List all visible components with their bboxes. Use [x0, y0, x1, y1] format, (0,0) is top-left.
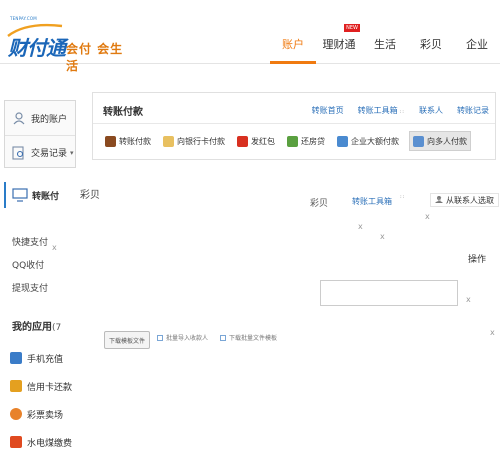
select-from-contacts-label: 从联系人选取: [446, 195, 494, 205]
close-icon[interactable]: x: [490, 328, 495, 337]
tool-transfer-pay[interactable]: 转账付款: [103, 131, 153, 151]
close-icon[interactable]: x: [380, 232, 385, 241]
new-badge: NEW: [344, 24, 360, 32]
recipient-input[interactable]: [320, 280, 458, 306]
top-header: TENPAY.COM 财付通 会付 会生活 账户 理财通 NEW 生活 彩贝 企业: [0, 0, 500, 73]
nav-life[interactable]: 生活: [362, 28, 408, 64]
transfer-top-links: 转账首页 转账工具箱:: 联系人 转账记录: [298, 105, 489, 116]
nav-licaitong-label: 理财通: [322, 38, 356, 51]
tenpay-logo[interactable]: TENPAY.COM 财付通 会付 会生活: [4, 8, 134, 73]
house-icon: [287, 135, 298, 147]
tool-label: 向多人付款: [427, 136, 467, 146]
my-apps-heading: 我的应用(7: [12, 318, 61, 333]
close-icon[interactable]: x: [466, 295, 471, 304]
nav-life-label: 生活: [374, 38, 396, 51]
pay-link-quick[interactable]: 快捷支付: [12, 232, 48, 255]
nav-enterprise-label: 企业: [466, 38, 488, 51]
sidebar-item-label: 我的账户: [31, 114, 68, 125]
sidebar-item-label: 转账付: [32, 191, 60, 202]
nav-licaitong[interactable]: 理财通 NEW: [316, 24, 362, 64]
link-contacts[interactable]: 联系人: [419, 105, 443, 116]
nav-account-label: 账户: [282, 38, 304, 51]
app-label: 信用卡还款: [27, 382, 73, 393]
tool-label: 发红包: [251, 136, 275, 146]
credit-card-icon: [10, 380, 22, 392]
pay-links: 快捷支付 QQ收付 提现支付: [12, 232, 48, 301]
sidebar-item-transfer[interactable]: 转账付: [4, 182, 76, 208]
transfer-tools: 转账付款 向银行卡付款 发红包 还房贷 企业大额付款 向多人付款: [103, 131, 471, 151]
nav-enterprise[interactable]: 企业: [454, 28, 500, 64]
toolbox-link-2[interactable]: 转账工具箱: [352, 196, 392, 207]
tool-label: 向银行卡付款: [177, 136, 225, 146]
nav-account[interactable]: 账户: [270, 28, 316, 64]
toolbox-label: 转账工具箱: [357, 106, 398, 115]
download-template-label: 下载模板文件: [109, 337, 146, 345]
wallet-icon: [105, 135, 116, 147]
bank-card-icon: [163, 135, 174, 147]
page-title: 转账付款: [103, 107, 143, 118]
tool-enterprise-pay[interactable]: 企业大额付款: [335, 131, 401, 151]
download-batch-label: 下载批量文件模板: [229, 335, 278, 342]
my-apps-title: 我的应用: [12, 322, 52, 333]
sidebar-item-my-account[interactable]: 我的账户: [5, 101, 75, 135]
chevron-down-icon: ▾: [70, 148, 74, 157]
logo-domain: TENPAY.COM: [10, 16, 37, 21]
user-icon: [11, 110, 27, 126]
tool-label: 企业大额付款: [351, 136, 399, 146]
logo-text: 财付通: [8, 36, 66, 60]
tool-bank-card-pay[interactable]: 向银行卡付款: [161, 131, 227, 151]
app-list: 手机充值 信用卡还款 彩票卖场 水电煤缴费: [10, 344, 72, 450]
multi-user-icon: [413, 135, 424, 147]
download-batch-link[interactable]: 下载批量文件模板: [220, 333, 277, 342]
sidebar-item-label: 交易记录: [31, 149, 68, 159]
tool-mortgage[interactable]: 还房贷: [285, 131, 327, 151]
app-label: 水电煤缴费: [27, 438, 73, 449]
panel-divider: [93, 123, 495, 124]
tool-multi-pay[interactable]: 向多人付款: [409, 131, 471, 151]
close-icon[interactable]: x: [425, 212, 430, 221]
close-icon[interactable]: x: [52, 243, 57, 252]
link-transfer-records[interactable]: 转账记录: [457, 105, 489, 116]
app-item-lottery[interactable]: 彩票卖场: [10, 400, 72, 428]
grid-dots-icon: ::: [400, 194, 406, 200]
tool-label: 还房贷: [301, 136, 325, 146]
app-label: 彩票卖场: [27, 410, 64, 421]
app-item-credit-card[interactable]: 信用卡还款: [10, 372, 72, 400]
link-transfer-home[interactable]: 转账首页: [312, 105, 344, 116]
batch-import-link[interactable]: 批量导入收款人: [157, 333, 208, 342]
nav-caibei[interactable]: 彩贝: [408, 28, 454, 64]
flame-icon: [10, 436, 22, 448]
account-side-menu: 我的账户 交易记录 ▾: [4, 100, 76, 168]
grid-dots-icon: ::: [399, 109, 405, 115]
transfer-panel: 转账付款 转账首页 转账工具箱:: 联系人 转账记录 转账付款 向银行卡付款 发…: [92, 92, 496, 160]
caibei-tab-label[interactable]: 彩贝: [80, 186, 100, 201]
pay-link-withdraw[interactable]: 提现支付: [12, 278, 48, 301]
caibei-label: 彩贝: [310, 199, 329, 209]
lottery-icon: [10, 408, 22, 420]
close-icon[interactable]: x: [358, 222, 363, 231]
my-apps-count: (7: [52, 323, 62, 333]
link-transfer-toolbox[interactable]: 转账工具箱::: [358, 105, 405, 116]
nav-caibei-label: 彩贝: [420, 38, 442, 51]
batch-import-label: 批量导入收款人: [166, 335, 209, 342]
tool-label: 转账付款: [119, 136, 151, 146]
monitor-icon: [12, 188, 28, 202]
phone-icon: [10, 352, 22, 364]
transaction-search-icon: [11, 145, 27, 161]
close-icon[interactable]: x: [437, 195, 442, 204]
enterprise-icon: [337, 135, 348, 147]
app-label: 手机充值: [27, 354, 64, 365]
app-item-utilities[interactable]: 水电煤缴费: [10, 428, 72, 450]
operation-header: 操作: [468, 255, 487, 265]
red-envelope-icon: [237, 135, 248, 147]
app-item-mobile-recharge[interactable]: 手机充值: [10, 344, 72, 372]
sidebar-item-transactions[interactable]: 交易记录 ▾: [5, 135, 75, 169]
main-nav: 账户 理财通 NEW 生活 彩贝 企业: [270, 24, 500, 64]
tool-red-envelope[interactable]: 发红包: [235, 131, 277, 151]
pay-link-qq[interactable]: QQ收付: [12, 255, 48, 278]
document-icon: [220, 334, 226, 341]
download-template-button[interactable]: 下载模板文件: [104, 331, 151, 349]
document-icon: [157, 334, 163, 341]
logo-slogan: 会付 会生活: [66, 42, 124, 73]
